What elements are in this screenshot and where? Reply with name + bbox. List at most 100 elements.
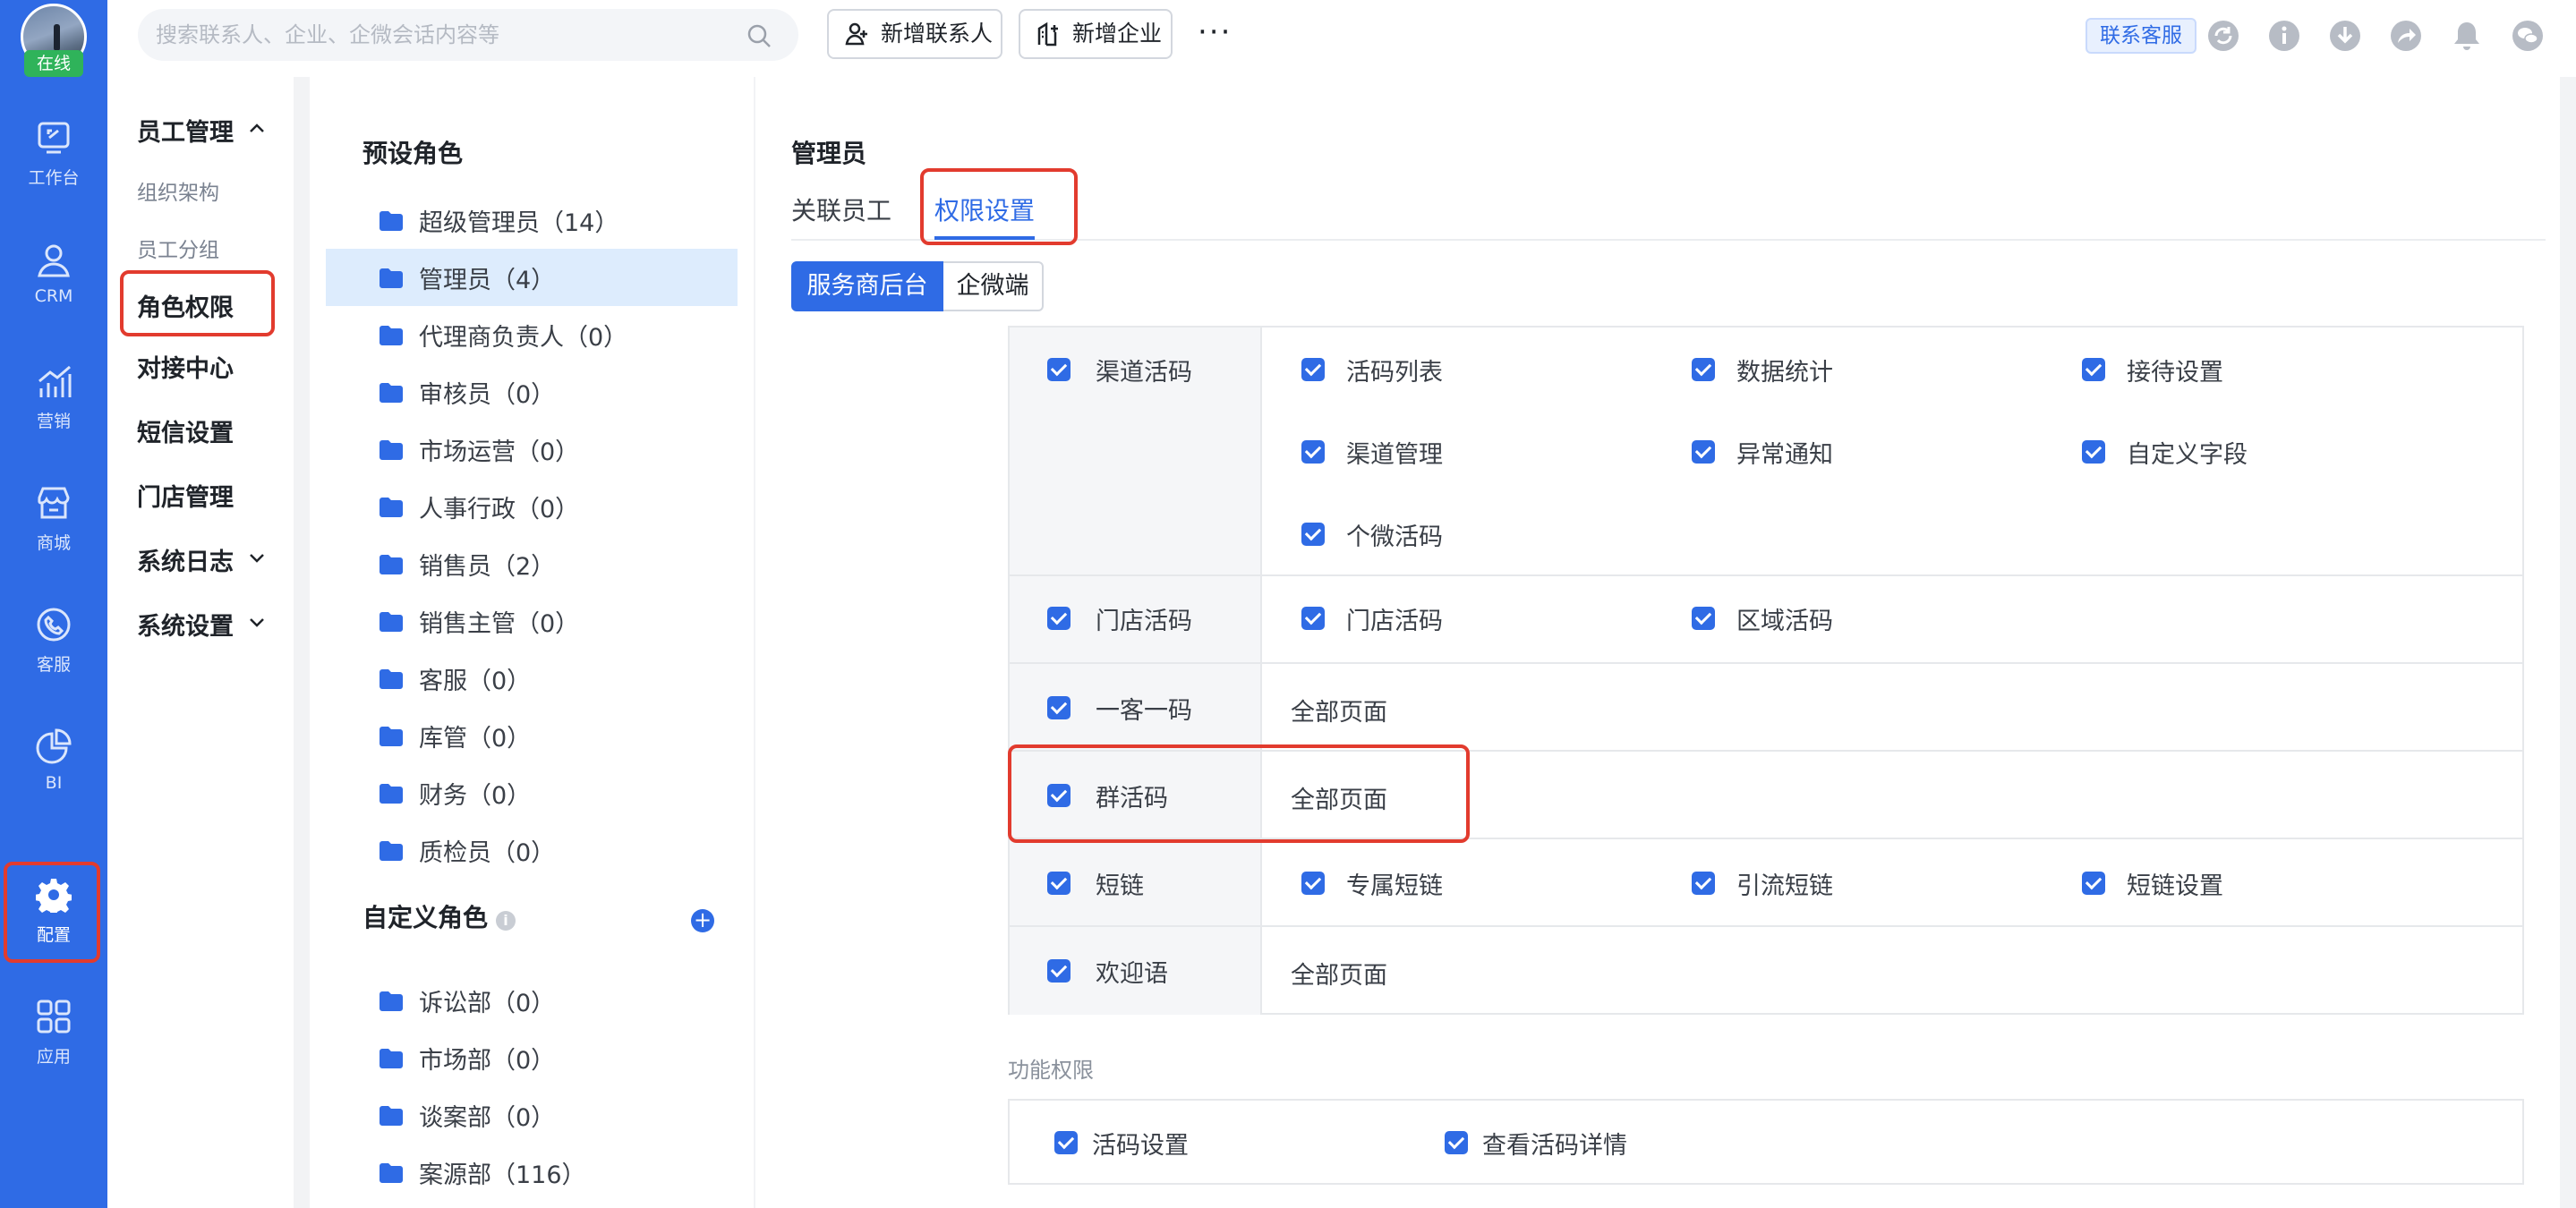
module-name: 短链 — [1096, 872, 1144, 900]
checkbox-checked[interactable] — [1692, 872, 1715, 895]
perm-label: 活码列表 — [1346, 359, 1443, 387]
perm-label: 数据统计 — [1736, 359, 1833, 387]
subnav-item-integration[interactable]: 对接中心 — [137, 349, 234, 384]
checkbox-checked[interactable] — [1047, 607, 1070, 630]
sync-icon[interactable] — [2207, 20, 2239, 52]
checkbox-checked[interactable] — [1301, 523, 1325, 546]
share-icon[interactable] — [2390, 20, 2422, 52]
info-icon[interactable] — [2268, 20, 2300, 52]
module-name: 欢迎语 — [1096, 960, 1168, 988]
permission-row-header: 门店活码 — [1010, 576, 1262, 662]
role-item[interactable]: 质检员（0） — [326, 821, 738, 879]
checkbox-checked[interactable] — [1692, 440, 1715, 464]
folder-icon — [380, 326, 403, 345]
subnav-item-org[interactable]: 组织架构 — [137, 175, 219, 206]
notification-bell-icon[interactable] — [2451, 20, 2483, 52]
role-item[interactable]: 诉讼部（0） — [326, 972, 738, 1029]
role-item-selected[interactable]: 管理员（4） — [326, 249, 738, 306]
perm-label: 异常通知 — [1736, 441, 1833, 469]
top-bar: 新增联系人 新增企业 ··· 联系客服 — [107, 0, 2576, 77]
function-permission-label: 功能权限 — [1008, 1058, 1094, 1083]
perm-label: 个微活码 — [1346, 523, 1443, 551]
checkbox-checked[interactable] — [1047, 959, 1070, 983]
segment-wecom-client[interactable]: 企微端 — [943, 261, 1044, 311]
checkbox-checked[interactable] — [1047, 358, 1070, 381]
perm-label: 引流短链 — [1736, 872, 1833, 900]
role-item[interactable]: 销售员（2） — [326, 535, 738, 592]
more-menu-button[interactable]: ··· — [1198, 14, 1232, 50]
checkbox-checked[interactable] — [2082, 358, 2105, 381]
add-company-icon — [1037, 21, 1058, 47]
search-input[interactable] — [156, 9, 729, 61]
scrollbar-track[interactable] — [2560, 77, 2576, 1208]
checkbox-checked[interactable] — [1301, 607, 1325, 630]
checkbox-checked[interactable] — [1301, 440, 1325, 464]
permission-row-header: 欢迎语 — [1010, 927, 1262, 1015]
checkbox-checked[interactable] — [2082, 440, 2105, 464]
folder-icon — [380, 211, 403, 231]
module-name: 门店活码 — [1096, 608, 1192, 635]
subnav-item-sms[interactable]: 短信设置 — [137, 413, 234, 448]
rail-item-marketing[interactable]: 营销 — [0, 349, 107, 455]
role-item[interactable]: 案源部（116） — [326, 1144, 738, 1201]
role-item[interactable]: 人事行政（0） — [326, 478, 738, 535]
checkbox-checked[interactable] — [1047, 872, 1070, 895]
subnav-item-syslog[interactable]: 系统日志 — [137, 542, 264, 577]
subnav-group-staff[interactable]: 员工管理 — [137, 113, 264, 148]
add-company-button[interactable]: 新增企业 — [1019, 9, 1173, 59]
role-item[interactable]: 库管（0） — [326, 707, 738, 764]
marketing-chart-icon — [38, 365, 72, 397]
perm-label: 短链设置 — [2127, 872, 2223, 900]
checkbox-checked[interactable] — [2082, 872, 2105, 895]
rail-item-bi[interactable]: BI — [0, 714, 107, 820]
checkbox-checked[interactable] — [1692, 358, 1715, 381]
role-item[interactable]: 销售主管（0） — [326, 592, 738, 650]
rail-item-service[interactable]: 客服 — [0, 592, 107, 698]
role-item[interactable]: 财务（0） — [326, 764, 738, 821]
role-item[interactable]: 谈案部（0） — [326, 1086, 738, 1144]
download-icon[interactable] — [2329, 20, 2361, 52]
rail-item-store[interactable]: 商城 — [0, 471, 107, 576]
folder-icon — [380, 841, 403, 861]
folder-icon — [380, 1163, 403, 1183]
folder-icon — [380, 555, 403, 574]
checkbox-checked[interactable] — [1692, 607, 1715, 630]
permission-row: 门店活码 门店活码 区域活码 — [1010, 576, 2522, 664]
subnav-item-staff-group[interactable]: 员工分组 — [137, 233, 219, 263]
subnav-item-syssettings[interactable]: 系统设置 — [137, 607, 264, 642]
role-item[interactable]: 市场运营（0） — [326, 421, 738, 478]
contact-service-button[interactable]: 联系客服 — [2086, 18, 2196, 54]
annotation-highlight-config — [4, 862, 100, 963]
permission-row: 欢迎语 全部页面 — [1010, 927, 2522, 1015]
search-icon[interactable] — [746, 23, 772, 48]
all-pages-label: 全部页面 — [1291, 699, 1387, 727]
folder-icon — [380, 727, 403, 746]
rail-item-apps[interactable]: 应用 — [0, 984, 107, 1090]
role-item[interactable]: 超级管理员（14） — [326, 191, 738, 249]
phone-service-icon — [37, 608, 71, 642]
checkbox-checked[interactable] — [1445, 1131, 1468, 1154]
role-item[interactable]: 代理商负责人（0） — [326, 306, 738, 363]
checkbox-checked[interactable] — [1054, 1131, 1078, 1154]
tab-related-staff[interactable]: 关联员工 — [791, 191, 891, 227]
rail-item-workbench[interactable]: 工作台 — [0, 106, 107, 211]
add-role-button[interactable]: + — [691, 909, 714, 932]
checkbox-checked[interactable] — [1047, 696, 1070, 719]
crm-user-icon — [38, 244, 70, 277]
role-item[interactable]: 市场部（0） — [326, 1029, 738, 1086]
checkbox-checked[interactable] — [1301, 872, 1325, 895]
role-item[interactable]: 客服（0） — [326, 650, 738, 707]
role-item[interactable]: 审核员（0） — [326, 363, 738, 421]
annotation-highlight-group-code-row — [1008, 744, 1470, 843]
permission-row: 渠道活码 活码列表 数据统计 接待设置 渠道管理 异常通知 自定义字段 个微活码 — [1010, 328, 2522, 576]
checkbox-checked[interactable] — [1301, 358, 1325, 381]
workbench-icon — [38, 122, 70, 154]
online-status-badge: 在线 — [24, 50, 83, 77]
add-contact-button[interactable]: 新增联系人 — [827, 9, 1002, 59]
rail-item-crm[interactable]: CRM — [0, 227, 107, 333]
pie-chart-icon — [36, 728, 72, 764]
info-icon[interactable]: i — [496, 911, 516, 931]
segment-provider-backend[interactable]: 服务商后台 — [791, 261, 943, 311]
subnav-item-store[interactable]: 门店管理 — [137, 478, 234, 513]
wechat-icon[interactable] — [2512, 20, 2544, 52]
